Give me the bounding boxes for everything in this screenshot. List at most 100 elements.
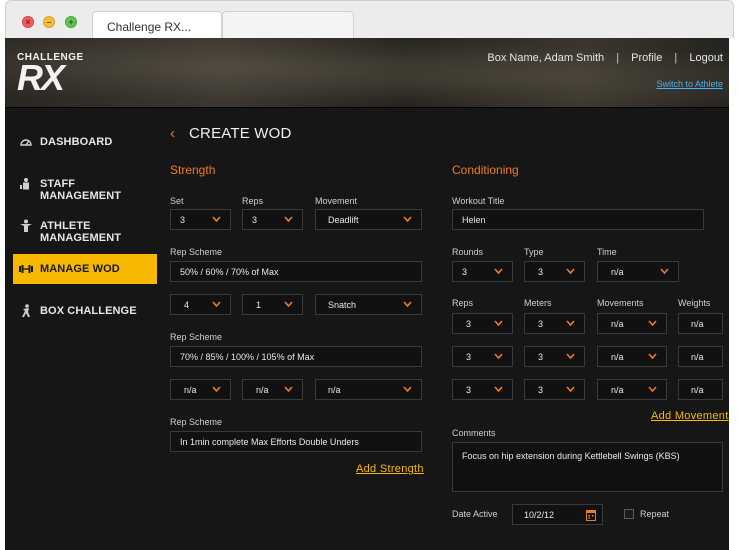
rep-scheme-label: Rep Scheme: [170, 332, 223, 342]
sidebar-item-box-challenge[interactable]: BOX CHALLENGE: [13, 296, 157, 326]
strength-reps-select[interactable]: n/a: [242, 379, 303, 400]
set-label: Set: [170, 196, 184, 206]
minimize-window-button[interactable]: –: [43, 16, 55, 28]
chevron-down-icon: [403, 301, 412, 307]
strength-reps-select[interactable]: 1: [242, 294, 303, 315]
strength-movement-select[interactable]: Snatch: [315, 294, 422, 315]
type-label: Type: [524, 247, 544, 257]
rep-scheme-input[interactable]: 70% / 85% / 100% / 105% of Max: [170, 346, 422, 367]
workout-title-input[interactable]: Helen: [452, 209, 704, 230]
chevron-down-icon: [212, 216, 221, 222]
dashboard-icon: [20, 139, 32, 146]
chevron-down-icon: [403, 216, 412, 222]
sidebar-item-dashboard[interactable]: DASHBOARD: [13, 127, 157, 157]
time-select[interactable]: n/a: [597, 261, 679, 282]
challenge-rx-logo[interactable]: CHALLENGE RX: [17, 50, 87, 98]
meters-select[interactable]: 3: [524, 346, 585, 367]
conditioning-reps-select[interactable]: 3: [452, 313, 513, 334]
chevron-down-icon: [566, 268, 575, 274]
maximize-window-button[interactable]: +: [65, 16, 77, 28]
sidebar-item-staff-management[interactable]: STAFF MANAGEMENT: [13, 169, 157, 202]
rep-scheme-input[interactable]: In 1min complete Max Efforts Double Unde…: [170, 431, 422, 452]
reps-label: Reps: [242, 196, 264, 206]
app-window: CHALLENGE RX Box Name, Adam Smith | Prof…: [5, 38, 729, 550]
chevron-down-icon: [284, 386, 293, 392]
repeat-label: Repeat: [640, 509, 670, 519]
chevron-down-icon: [403, 386, 412, 392]
sidebar-item-manage-wod[interactable]: MANAGE WOD: [13, 254, 157, 284]
sidebar-item-athlete-management[interactable]: ATHLETE MANAGEMENT: [13, 211, 157, 244]
chevron-down-icon: [648, 320, 657, 326]
strength-movement-select[interactable]: n/a: [315, 379, 422, 400]
profile-link[interactable]: Profile: [631, 52, 662, 64]
movements-select[interactable]: n/a: [597, 379, 667, 400]
strength-section-title: Strength: [170, 163, 216, 177]
calendar-icon[interactable]: [586, 509, 596, 521]
chevron-down-icon: [494, 386, 503, 392]
movement-label: Movement: [315, 196, 358, 206]
date-active-input[interactable]: 10/2/12: [512, 504, 603, 525]
movements-select[interactable]: n/a: [597, 346, 667, 367]
movements-label: Movements: [597, 298, 644, 308]
chevron-down-icon: [648, 353, 657, 359]
staff-icon: [20, 178, 29, 190]
comments-textarea[interactable]: Focus on hip extension during Kettlebell…: [452, 442, 723, 492]
close-window-button[interactable]: ×: [22, 16, 34, 28]
repeat-checkbox[interactable]: [624, 509, 634, 519]
meters-select[interactable]: 3: [524, 379, 585, 400]
rounds-label: Rounds: [452, 247, 484, 257]
switch-to-athlete-link[interactable]: Switch to Athlete: [656, 79, 723, 89]
type-select[interactable]: 3: [524, 261, 585, 282]
weights-input[interactable]: n/a: [678, 346, 723, 367]
rep-scheme-label: Rep Scheme: [170, 247, 223, 257]
strength-reps-select[interactable]: 3: [242, 209, 303, 230]
barbell-icon: [19, 265, 33, 273]
meters-select[interactable]: 3: [524, 313, 585, 334]
box-user-label: Box Name, Adam Smith: [487, 52, 605, 64]
chevron-down-icon: [212, 386, 221, 392]
conditioning-section-title: Conditioning: [452, 163, 519, 177]
top-nav: Box Name, Adam Smith | Profile | Logout: [487, 52, 723, 64]
rep-scheme-label: Rep Scheme: [170, 417, 223, 427]
weights-input[interactable]: n/a: [678, 313, 723, 334]
add-movement-link[interactable]: Add Movement: [651, 410, 729, 422]
back-chevron-icon[interactable]: ‹: [170, 125, 175, 142]
page-title: CREATE WOD: [189, 125, 292, 142]
time-label: Time: [597, 247, 617, 257]
weights-label: Weights: [678, 298, 711, 308]
date-active-label: Date Active: [452, 509, 498, 519]
chevron-down-icon: [660, 268, 669, 274]
logout-link[interactable]: Logout: [689, 52, 723, 64]
workout-title-label: Workout Title: [452, 196, 505, 206]
chevron-down-icon: [566, 386, 575, 392]
strength-set-select[interactable]: 3: [170, 209, 231, 230]
rep-scheme-input[interactable]: 50% / 60% / 70% of Max: [170, 261, 422, 282]
chevron-down-icon: [494, 353, 503, 359]
browser-tab-active[interactable]: Challenge RX...: [92, 11, 222, 39]
chevron-down-icon: [284, 216, 293, 222]
browser-tab-title: Challenge RX...: [107, 20, 192, 34]
browser-chrome: × – + Challenge RX...: [5, 0, 734, 39]
movements-select[interactable]: n/a: [597, 313, 667, 334]
comments-label: Comments: [452, 428, 496, 438]
conditioning-reps-select[interactable]: 3: [452, 346, 513, 367]
sidebar: DASHBOARD STAFF MANAGEMENT ATHLETE MANAG…: [5, 109, 157, 550]
strength-movement-select[interactable]: Deadlift: [315, 209, 422, 230]
header-bar: CHALLENGE RX Box Name, Adam Smith | Prof…: [5, 38, 729, 108]
meters-label: Meters: [524, 298, 552, 308]
chevron-down-icon: [648, 386, 657, 392]
chevron-down-icon: [494, 320, 503, 326]
browser-tab-new[interactable]: [222, 11, 354, 39]
challenge-icon: [22, 304, 30, 317]
reps-label: Reps: [452, 298, 474, 308]
add-strength-link[interactable]: Add Strength: [356, 463, 424, 475]
weights-input[interactable]: n/a: [678, 379, 723, 400]
strength-set-select[interactable]: n/a: [170, 379, 231, 400]
strength-set-select[interactable]: 4: [170, 294, 231, 315]
rounds-select[interactable]: 3: [452, 261, 513, 282]
chevron-down-icon: [284, 301, 293, 307]
chevron-down-icon: [212, 301, 221, 307]
main-content: ‹ CREATE WOD Strength Set Reps Movement …: [157, 109, 729, 550]
conditioning-reps-select[interactable]: 3: [452, 379, 513, 400]
chevron-down-icon: [494, 268, 503, 274]
